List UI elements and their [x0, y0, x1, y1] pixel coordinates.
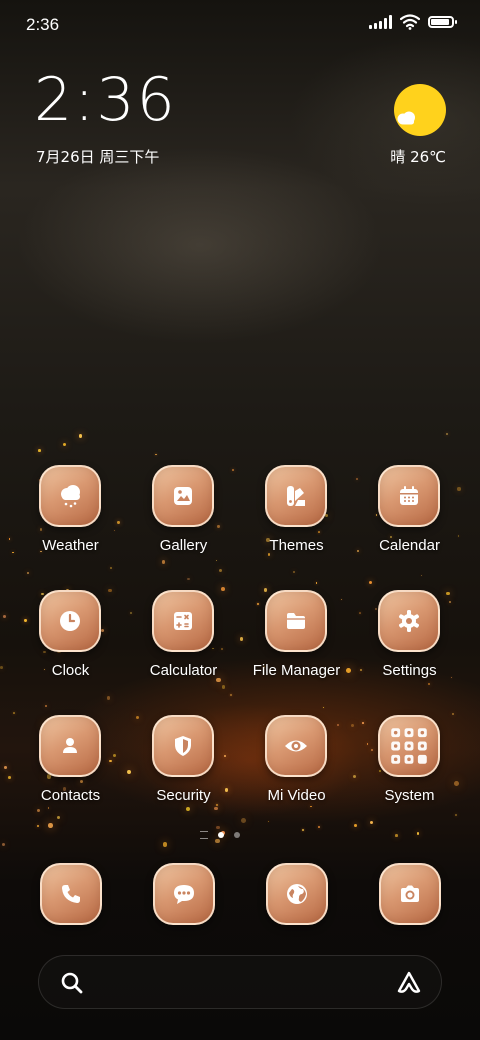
- wallpaper-spark: [416, 832, 420, 835]
- page-indicator: [200, 831, 240, 839]
- wallpaper-spark: [318, 826, 320, 828]
- dock-messages[interactable]: [153, 863, 215, 925]
- app-label: Themes: [269, 537, 324, 554]
- wallpaper-spark: [369, 581, 373, 585]
- clock-widget-time[interactable]: 2:36: [34, 70, 177, 130]
- status-bar: 2:36: [0, 0, 480, 50]
- app-settings[interactable]: Settings: [353, 590, 466, 700]
- wallpaper-spark: [78, 433, 83, 438]
- wallpaper-spark: [37, 825, 40, 827]
- app-weather[interactable]: Weather: [14, 465, 127, 575]
- wallpaper-spark: [421, 574, 423, 576]
- folder-icon: [265, 590, 327, 652]
- wallpaper-spark: [187, 577, 190, 581]
- wallpaper-spark: [44, 705, 47, 708]
- wallpaper-spark: [215, 838, 220, 844]
- contacts-icon: [39, 715, 101, 777]
- dock-camera[interactable]: [379, 863, 441, 925]
- search-bar[interactable]: [38, 955, 442, 1009]
- app-calendar[interactable]: Calendar: [353, 465, 466, 575]
- app-themes[interactable]: Themes: [240, 465, 353, 575]
- clock-icon: [39, 590, 101, 652]
- search-icon[interactable]: [59, 970, 85, 996]
- dock-phone[interactable]: [40, 863, 102, 925]
- signal-icon: [369, 15, 392, 29]
- app-label: Calculator: [149, 662, 218, 679]
- wifi-icon: [400, 14, 420, 30]
- folder-grid-icon: [378, 715, 440, 777]
- wallpaper-spark: [315, 582, 318, 584]
- app-label: Calendar: [379, 537, 440, 554]
- app-clock[interactable]: Clock: [14, 590, 127, 700]
- status-icons: [369, 14, 457, 30]
- wallpaper-spark: [7, 776, 11, 780]
- sun-icon: [394, 84, 446, 136]
- camera-icon: [379, 863, 441, 925]
- wallpaper-spark: [38, 449, 42, 452]
- wallpaper-spark: [0, 666, 3, 670]
- dock-browser[interactable]: [266, 863, 328, 925]
- wallpaper-spark: [155, 453, 157, 455]
- wallpaper-spark: [302, 829, 304, 831]
- status-time: 2:36: [26, 15, 60, 34]
- message-icon: [153, 863, 215, 925]
- home-feed-indicator: [200, 831, 208, 839]
- gallery-icon: [152, 465, 214, 527]
- app-label: File Manager: [252, 662, 341, 679]
- app-calculator[interactable]: Calculator: [127, 590, 240, 700]
- wallpaper-spark: [163, 842, 168, 847]
- app-contacts[interactable]: Contacts: [14, 715, 127, 825]
- calculator-icon: [152, 590, 214, 652]
- app-mi-video[interactable]: Mi Video: [240, 715, 353, 825]
- app-label: Mi Video: [267, 787, 326, 804]
- wallpaper-spark: [62, 442, 67, 447]
- app-label: Gallery: [159, 537, 208, 554]
- wallpaper-spark: [322, 707, 324, 709]
- battery-icon: [428, 16, 457, 28]
- shield-icon: [152, 715, 214, 777]
- calendar-icon: [378, 465, 440, 527]
- wallpaper-spark: [216, 825, 220, 830]
- themes-icon: [265, 465, 327, 527]
- app-security[interactable]: Security: [127, 715, 240, 825]
- cloud-icon: [397, 111, 415, 125]
- weather-icon: [39, 465, 101, 527]
- wallpaper-spark: [394, 834, 398, 838]
- eye-icon: [265, 715, 327, 777]
- app-label: System: [384, 787, 435, 804]
- weather-condition-temp: 晴 26℃: [390, 148, 446, 166]
- wallpaper-spark: [3, 615, 7, 619]
- phone-icon: [40, 863, 102, 925]
- clock-widget-date[interactable]: 7月26日 周三下午: [36, 146, 159, 167]
- wallpaper-spark: [3, 765, 7, 769]
- app-label: Contacts: [40, 787, 101, 804]
- page-dot: [234, 832, 240, 838]
- app-gallery[interactable]: Gallery: [127, 465, 240, 575]
- app-label: Weather: [42, 537, 99, 554]
- battery-level: [431, 19, 449, 25]
- page-dot-active: [218, 832, 224, 838]
- wallpaper-spark: [446, 432, 449, 435]
- app-label: Security: [156, 787, 211, 804]
- gear-icon: [378, 590, 440, 652]
- wallpaper-spark: [1, 842, 6, 847]
- wallpaper-spark: [8, 537, 11, 540]
- assistant-icon[interactable]: [395, 969, 423, 997]
- app-label: Settings: [382, 662, 437, 679]
- app-file-manager[interactable]: File Manager: [240, 590, 353, 700]
- app-system-folder[interactable]: System: [353, 715, 466, 825]
- wallpaper-spark: [13, 712, 15, 715]
- browser-icon: [266, 863, 328, 925]
- app-label: Clock: [51, 662, 90, 679]
